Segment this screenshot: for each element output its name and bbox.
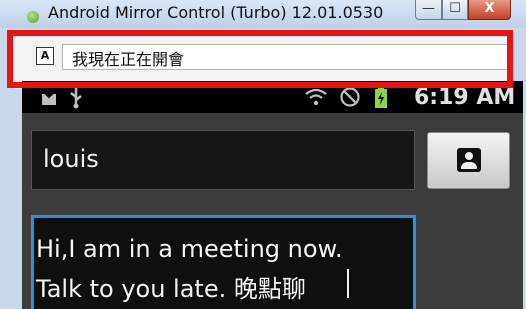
recipient-input[interactable]: louis xyxy=(31,130,415,190)
text-input-field[interactable]: 我現在正在開會 xyxy=(62,44,508,70)
text-input-value: 我現在正在開會 xyxy=(72,50,185,69)
usb-icon xyxy=(70,87,82,109)
blocked-icon xyxy=(340,87,360,107)
title-bar[interactable]: Android Mirror Control (Turbo) 12.01.053… xyxy=(0,0,526,28)
status-bar: 6:19 AM xyxy=(22,81,523,113)
status-time: 6:19 AM xyxy=(414,85,516,110)
download-icon xyxy=(42,88,56,105)
compose-screen: louis Hi,I am in a meeting now. Talk to … xyxy=(22,113,523,309)
wifi-icon xyxy=(305,88,327,106)
recipient-value: louis xyxy=(43,145,99,173)
close-button[interactable]: X xyxy=(468,0,511,20)
contact-icon xyxy=(457,148,481,172)
message-line-2: Talk to you late. 晚點聊 xyxy=(36,275,306,303)
window-title: Android Mirror Control (Turbo) 12.01.053… xyxy=(48,3,384,22)
add-contact-button[interactable] xyxy=(427,132,510,189)
text-caret xyxy=(347,269,349,298)
minimize-button[interactable]: — xyxy=(415,0,442,20)
message-input[interactable]: Hi,I am in a meeting now. Talk to you la… xyxy=(31,215,416,309)
app-icon xyxy=(27,11,39,23)
battery-icon xyxy=(375,86,387,108)
input-method-indicator[interactable]: A xyxy=(36,47,54,65)
maximize-button[interactable]: ☐ xyxy=(442,0,468,20)
message-line-1: Hi,I am in a meeting now. xyxy=(36,235,343,263)
phone-screen: 6:19 AM louis Hi,I am in a meeting now. … xyxy=(22,81,523,309)
app-window: Android Mirror Control (Turbo) 12.01.053… xyxy=(0,0,526,309)
